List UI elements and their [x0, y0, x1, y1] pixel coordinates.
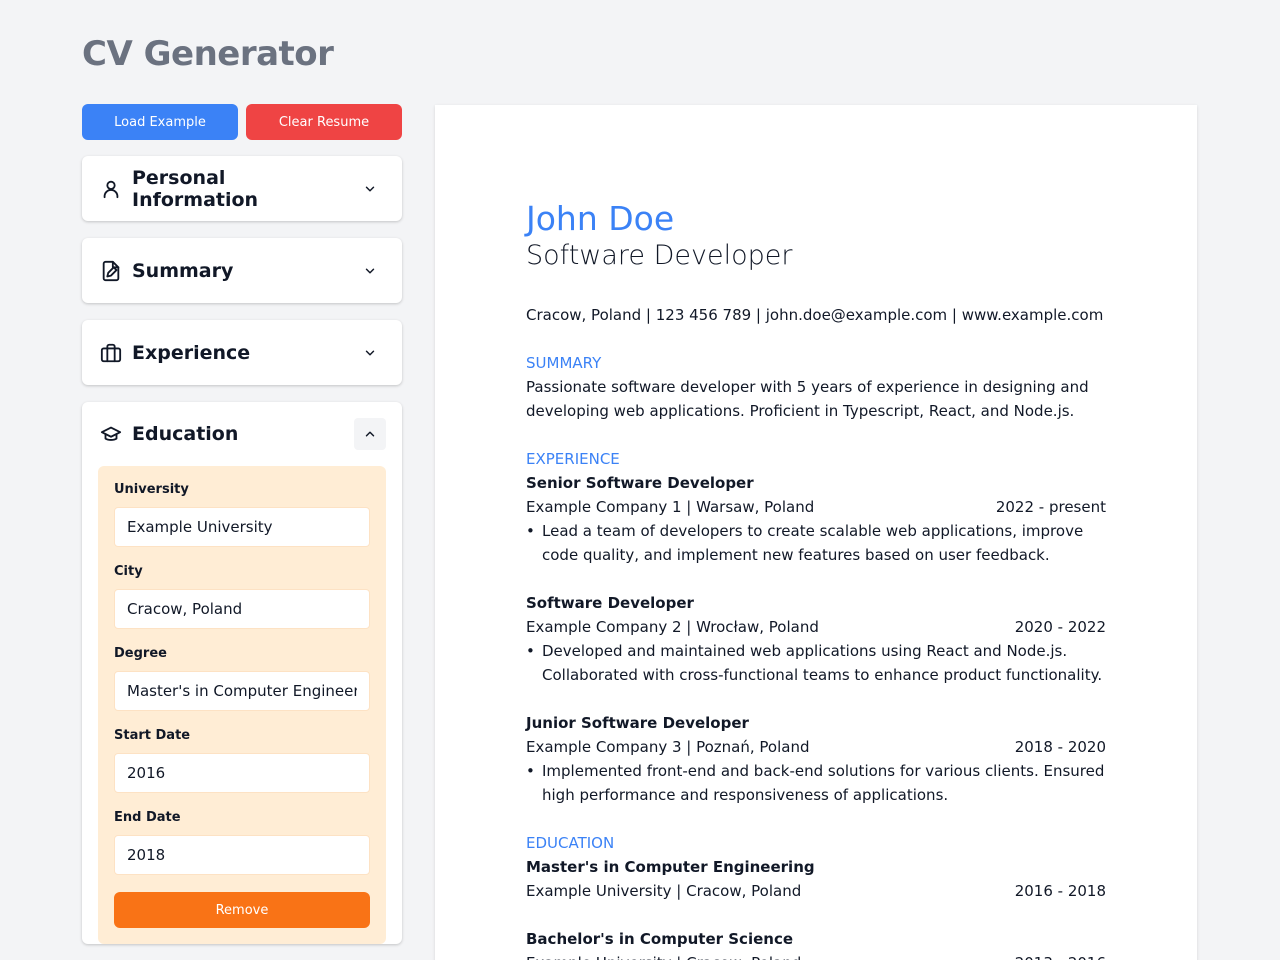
cv-entry-bullet: • Developed and maintained web applicati… — [526, 639, 1106, 687]
cv-education-entry: Master's in Computer Engineering Example… — [526, 855, 1106, 903]
university-label: University — [114, 482, 189, 497]
clear-resume-button[interactable]: Clear Resume — [246, 104, 402, 140]
cv-entry-company: Example Company 3 | Poznań, Poland — [526, 738, 810, 756]
cv-experience-entry: Software Developer Example Company 2 | W… — [526, 591, 1106, 687]
cv-entry-company: Example Company 1 | Warsaw, Poland — [526, 498, 815, 516]
start-date-label: Start Date — [114, 728, 191, 743]
education-form: University City Degree Start Date End Da… — [98, 466, 386, 944]
cv-job-title: Software Developer — [526, 240, 793, 271]
degree-label: Degree — [114, 646, 167, 661]
cv-education-heading: EDUCATION — [526, 834, 615, 852]
end-date-input[interactable] — [114, 835, 370, 875]
app-title: CV Generator — [82, 34, 334, 74]
cv-entry-school: Example University | Cracow, Poland — [526, 951, 801, 960]
cv-entry-bullet: • Implemented front-end and back-end sol… — [526, 759, 1106, 807]
document-edit-icon — [100, 260, 122, 282]
start-date-input[interactable] — [114, 753, 370, 793]
city-label: City — [114, 564, 143, 579]
cv-entry-description: Developed and maintained web application… — [542, 642, 1103, 684]
cv-experience-entry: Senior Software Developer Example Compan… — [526, 471, 1106, 567]
chevron-up-icon[interactable] — [354, 418, 386, 450]
bullet-icon: • — [526, 522, 535, 540]
cv-entry-company: Example Company 2 | Wrocław, Poland — [526, 618, 819, 636]
chevron-down-icon[interactable] — [354, 173, 386, 205]
cv-entry-title: Junior Software Developer — [526, 714, 749, 732]
editor-sidebar: Personal Information Summary Experience — [82, 156, 402, 960]
cv-entry-meta: Example University | Cracow, Poland 2013… — [526, 951, 1106, 960]
cv-contact: Cracow, Poland | 123 456 789 | john.doe@… — [526, 306, 1104, 324]
experience-card: Experience — [82, 320, 402, 385]
cv-entry-dates: 2016 - 2018 — [1014, 882, 1106, 900]
experience-title: Experience — [132, 341, 251, 364]
education-card: Education University City Degree Start D… — [82, 402, 402, 944]
cv-experience-entry: Junior Software Developer Example Compan… — [526, 711, 1106, 807]
cv-entry-meta: Example Company 2 | Wrocław, Poland 2020… — [526, 615, 1106, 639]
education-header[interactable]: Education — [82, 402, 402, 466]
personal-info-title: Personal Information — [132, 166, 259, 211]
briefcase-icon — [100, 342, 122, 364]
cv-entry-title: Bachelor's in Computer Science — [526, 930, 794, 948]
cv-preview: John Doe Software Developer Cracow, Pola… — [435, 105, 1197, 960]
cv-summary-text: Passionate software developer with 5 yea… — [526, 378, 1089, 420]
bullet-icon: • — [526, 762, 535, 780]
cv-entry-dates: 2018 - 2020 — [1014, 738, 1106, 756]
cv-entry-title: Master's in Computer Engineering — [526, 858, 815, 876]
education-title: Education — [132, 423, 239, 445]
graduation-cap-icon — [100, 423, 122, 445]
cv-entry-dates: 2020 - 2022 — [1014, 618, 1106, 636]
personal-info-header[interactable]: Personal Information — [82, 156, 402, 221]
end-date-label: End Date — [114, 810, 181, 825]
personal-info-card: Personal Information — [82, 156, 402, 221]
remove-button[interactable]: Remove — [114, 892, 370, 928]
cv-entry-meta: Example Company 3 | Poznań, Poland 2018 … — [526, 735, 1106, 759]
summary-header[interactable]: Summary — [82, 238, 402, 303]
action-buttons: Load Example Clear Resume — [82, 104, 402, 140]
cv-entry-title: Software Developer — [526, 594, 694, 612]
cv-entry-description: Implemented front-end and back-end solut… — [542, 762, 1105, 804]
cv-entry-meta: Example Company 1 | Warsaw, Poland 2022 … — [526, 495, 1106, 519]
cv-entry-school: Example University | Cracow, Poland — [526, 882, 802, 900]
load-example-button[interactable]: Load Example — [82, 104, 238, 140]
experience-header[interactable]: Experience — [82, 320, 402, 385]
cv-entry-dates: 2013 - 2016 — [1015, 951, 1106, 960]
cv-entry-description: Lead a team of developers to create scal… — [542, 522, 1084, 564]
summary-card: Summary — [82, 238, 402, 303]
degree-input[interactable] — [114, 671, 370, 711]
chevron-down-icon[interactable] — [354, 255, 386, 287]
cv-entry-title: Senior Software Developer — [526, 474, 754, 492]
bullet-icon: • — [526, 642, 535, 660]
cv-education-entry: Bachelor's in Computer Science Example U… — [526, 927, 1106, 960]
user-icon — [100, 178, 122, 200]
cv-entry-dates: 2022 - present — [995, 498, 1106, 516]
cv-experience-heading: EXPERIENCE — [526, 450, 620, 468]
cv-entry-bullet: • Lead a team of developers to create sc… — [526, 519, 1106, 567]
university-input[interactable] — [114, 507, 370, 547]
cv-entry-meta: Example University | Cracow, Poland 2016… — [526, 879, 1106, 903]
cv-summary-heading: SUMMARY — [526, 354, 602, 372]
cv-name: John Doe — [526, 199, 675, 238]
chevron-down-icon[interactable] — [354, 337, 386, 369]
city-input[interactable] — [114, 589, 370, 629]
summary-title: Summary — [132, 259, 234, 282]
